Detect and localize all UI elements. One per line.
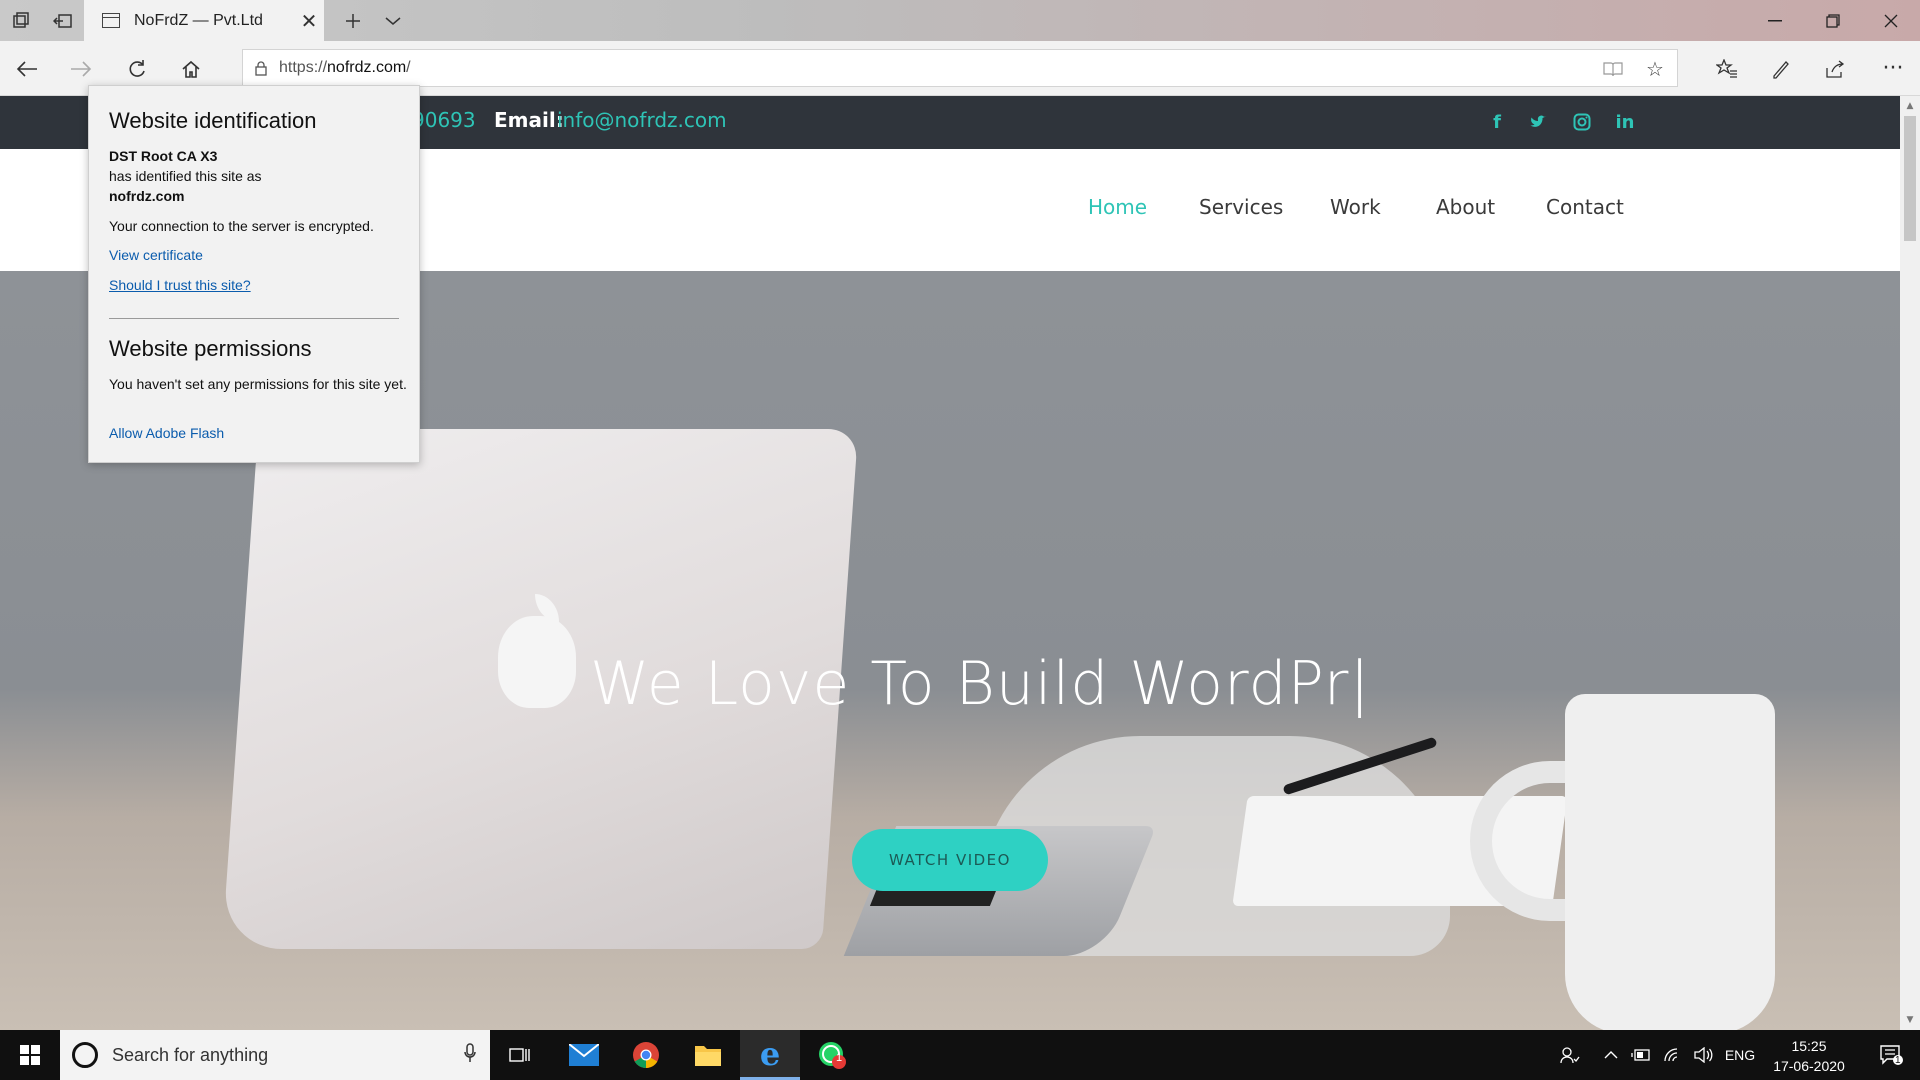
- identified-text: has identified this site as: [109, 168, 262, 184]
- view-certificate-link[interactable]: View certificate: [109, 247, 203, 263]
- page-icon: [102, 13, 120, 28]
- permissions-text: You haven't set any permissions for this…: [109, 376, 407, 392]
- start-button[interactable]: [0, 1030, 60, 1080]
- favorites-hub-icon[interactable]: [1700, 41, 1754, 96]
- people-icon[interactable]: [1552, 1030, 1588, 1080]
- divider: [109, 318, 399, 319]
- nav-about[interactable]: About: [1436, 195, 1495, 219]
- minimize-icon[interactable]: [1746, 0, 1804, 41]
- web-notes-icon[interactable]: [1754, 41, 1808, 96]
- show-hidden-icons-chevron-icon[interactable]: [1598, 1030, 1624, 1080]
- windows-logo-icon: [20, 1045, 40, 1065]
- scroll-up-icon[interactable]: ▲: [1900, 98, 1920, 114]
- clock-time: 15:25: [1791, 1038, 1827, 1054]
- trust-site-link[interactable]: Should I trust this site?: [109, 277, 251, 293]
- url-host: nofrdz.com: [327, 59, 407, 76]
- site-identity-popup: Website identification DST Root CA X3 ha…: [88, 85, 420, 463]
- url-scheme: https://: [279, 59, 328, 76]
- microphone-icon[interactable]: [450, 1042, 490, 1068]
- close-tab-icon[interactable]: ✕: [294, 9, 324, 33]
- watch-video-button[interactable]: WATCH VIDEO: [852, 829, 1048, 891]
- wifi-icon[interactable]: [1660, 1030, 1686, 1080]
- nav-home[interactable]: Home: [1088, 195, 1147, 219]
- file-explorer-icon[interactable]: [678, 1030, 738, 1080]
- certificate-issuer: DST Root CA X3: [109, 148, 218, 164]
- close-window-icon[interactable]: [1862, 0, 1920, 41]
- page-scrollbar[interactable]: ▲ ▼: [1900, 96, 1920, 1030]
- lock-icon[interactable]: [243, 60, 279, 76]
- hero-headline: We Love To Build WordPr|: [590, 649, 1371, 719]
- address-bar[interactable]: https://nofrdz.com/ ☆: [242, 49, 1678, 87]
- search-placeholder: Search for anything: [112, 1044, 269, 1065]
- reading-view-icon[interactable]: [1593, 50, 1633, 88]
- mail-icon[interactable]: [554, 1030, 614, 1080]
- restore-icon[interactable]: [1804, 0, 1862, 41]
- share-icon[interactable]: [1808, 41, 1862, 96]
- nav-work[interactable]: Work: [1330, 195, 1381, 219]
- phone-number[interactable]: 90693: [412, 108, 476, 132]
- volume-icon[interactable]: [1690, 1030, 1716, 1080]
- browser-tab-bar: NoFrdZ — Pvt.Ltd ✕: [0, 0, 1920, 41]
- apple-logo: [498, 616, 576, 708]
- website-identification-title: Website identification: [109, 108, 317, 133]
- url-path: /: [406, 59, 411, 76]
- scroll-thumb[interactable]: [1904, 116, 1916, 241]
- task-view-icon[interactable]: [490, 1030, 550, 1080]
- more-options-icon[interactable]: ···: [1866, 41, 1920, 96]
- taskbar-search-box[interactable]: Search for anything: [60, 1030, 490, 1080]
- url-text[interactable]: https://nofrdz.com/: [279, 59, 411, 77]
- whatsapp-icon[interactable]: 1: [802, 1030, 862, 1080]
- encryption-status: Your connection to the server is encrypt…: [109, 218, 374, 234]
- clock-date: 17-06-2020: [1773, 1058, 1845, 1074]
- nav-contact[interactable]: Contact: [1546, 195, 1624, 219]
- tab-preview-chevron-icon[interactable]: [372, 0, 414, 41]
- identified-site-name: nofrdz.com: [109, 188, 185, 204]
- email-link[interactable]: info@nofrdz.com: [557, 108, 727, 132]
- edge-browser-icon[interactable]: e: [740, 1030, 800, 1080]
- back-icon[interactable]: [0, 41, 54, 96]
- favorite-star-icon[interactable]: ☆: [1635, 50, 1675, 88]
- set-aside-tabs-icon[interactable]: [42, 0, 84, 41]
- tab-title: NoFrdZ — Pvt.Ltd: [134, 11, 263, 29]
- facebook-icon[interactable]: f: [1482, 108, 1512, 136]
- website-permissions-title: Website permissions: [109, 336, 312, 361]
- windows-taskbar: Search for anything e 1 ENG 15:25 17-06-…: [0, 1030, 1920, 1080]
- email-label: Email:: [494, 108, 564, 132]
- cortana-icon[interactable]: [72, 1042, 98, 1068]
- tab-manager-icon[interactable]: [0, 0, 42, 41]
- nav-services[interactable]: Services: [1199, 195, 1283, 219]
- new-tab-icon[interactable]: [332, 0, 374, 41]
- browser-tab-active[interactable]: NoFrdZ — Pvt.Ltd ✕: [84, 0, 324, 41]
- instagram-icon[interactable]: [1567, 108, 1597, 136]
- taskbar-clock[interactable]: 15:25 17-06-2020: [1754, 1036, 1864, 1076]
- scroll-down-icon[interactable]: ▼: [1900, 1012, 1920, 1028]
- allow-adobe-flash-link[interactable]: Allow Adobe Flash: [109, 425, 224, 441]
- action-center-icon[interactable]: 1: [1866, 1030, 1916, 1080]
- notification-count: 1: [1895, 1055, 1901, 1066]
- twitter-icon[interactable]: [1524, 108, 1554, 136]
- chrome-icon[interactable]: [616, 1030, 676, 1080]
- hero-background-mug: [1565, 694, 1775, 1030]
- whatsapp-badge: 1: [836, 1052, 843, 1064]
- battery-icon[interactable]: [1628, 1030, 1654, 1080]
- linkedin-icon[interactable]: in: [1610, 108, 1640, 136]
